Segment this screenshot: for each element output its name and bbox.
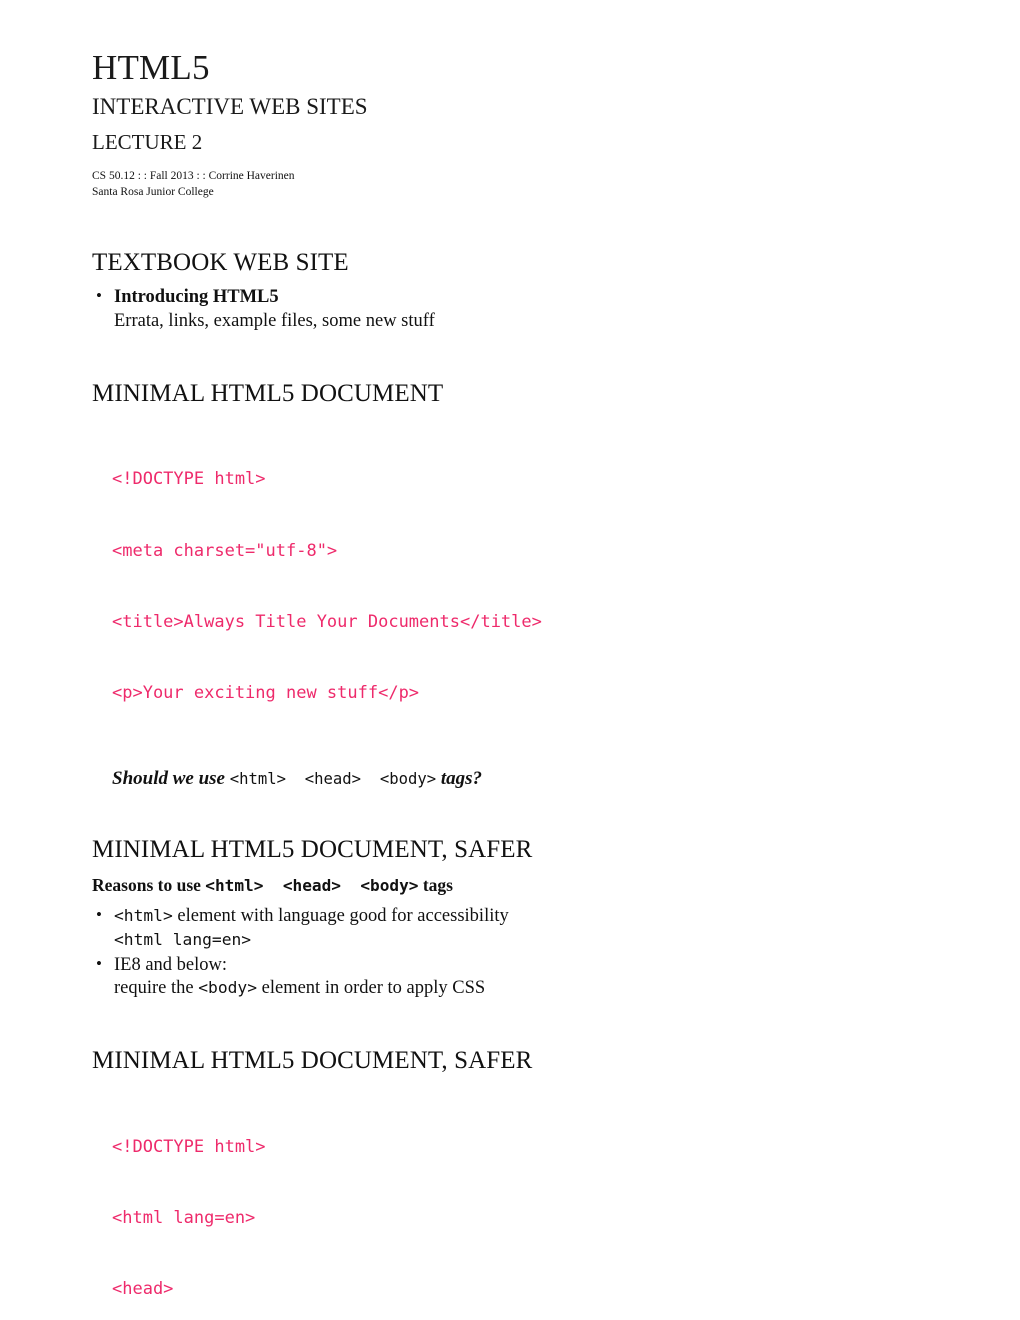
section-minimal-html5-safer-code: MINIMAL HTML5 DOCUMENT, SAFER <!DOCTYPE … [92, 1046, 792, 1320]
subline-prefix: require the [114, 978, 199, 999]
inline-code-body-tag: <body> [360, 876, 419, 896]
code-block-minimal: <!DOCTYPE html> <meta charset="utf-8"> <… [92, 421, 792, 754]
document-subtitle: INTERACTIVE WEB SITES [92, 94, 368, 120]
inline-code-spacer [263, 876, 282, 895]
inline-code-spacer [341, 876, 360, 895]
section-heading-safer-code: MINIMAL HTML5 DOCUMENT, SAFER [92, 1047, 533, 1075]
inline-code-body-tag: <body> [198, 978, 258, 998]
bullet-subtext: Errata, links, example files, some new s… [114, 310, 435, 331]
list-item: <html> element with language good for ac… [92, 904, 792, 953]
lecture-number: LECTURE 2 [92, 129, 203, 154]
document-title: HTML5 [92, 48, 210, 87]
code-line: <title>Always Title Your Documents</titl… [112, 611, 542, 632]
bullet-text: element with language good for accessibi… [172, 906, 509, 927]
document-page: HTML5 INTERACTIVE WEB SITES LECTURE 2 CS… [0, 0, 1020, 1320]
section-heading-textbook: TEXTBOOK WEB SITE [92, 249, 349, 277]
reasons-prefix: Reasons to use [92, 875, 206, 896]
question-prefix: Should we use [112, 767, 230, 789]
inline-code-head-tag: <head> [282, 876, 341, 896]
byline: CS 50.12 : : Fall 2013 : : Corrine Haver… [92, 169, 792, 200]
list-item: Introducing HTML5 Errata, links, example… [92, 285, 792, 333]
code-line: <head> [112, 1279, 174, 1300]
inline-code-head-tag: <head> [304, 769, 362, 788]
section-heading-minimal: MINIMAL HTML5 DOCUMENT [92, 379, 444, 407]
bullet-subline: require the <body> element in order to a… [114, 977, 792, 1001]
inline-code-spacer [286, 770, 305, 788]
inline-code-body-tag: <body> [379, 769, 437, 788]
code-block-safer: <!DOCTYPE html> <html lang=en> <head> <m… [92, 1088, 792, 1320]
section-heading-safer-reasons: MINIMAL HTML5 DOCUMENT, SAFER [92, 836, 533, 864]
byline-course: CS 50.12 : : Fall 2013 : : Corrine Haver… [92, 169, 295, 182]
section-textbook-web-site: TEXTBOOK WEB SITE Introducing HTML5 Erra… [92, 248, 792, 333]
question-suffix: tags? [436, 767, 483, 789]
code-line: <html lang=en> [112, 1208, 256, 1228]
question-line: Should we use <html> <head> <body> tags? [92, 767, 792, 792]
reasons-line: Reasons to use <html> <head> <body> tags [92, 874, 792, 897]
bullet-subline: <html lang=en> [114, 929, 792, 953]
bullet-title: Introducing HTML5 [114, 287, 279, 308]
inline-code-html-tag: <html> [229, 769, 287, 788]
inline-code-html-lang: <html lang=en> [114, 930, 252, 949]
reasons-suffix: tags [418, 875, 453, 896]
code-line: <p>Your exciting new stuff</p> [112, 683, 420, 704]
section-minimal-html5-document: MINIMAL HTML5 DOCUMENT <!DOCTYPE html> <… [92, 379, 792, 792]
inline-code-spacer [361, 770, 380, 788]
title-block: HTML5 INTERACTIVE WEB SITES LECTURE 2 CS… [92, 48, 792, 200]
textbook-bullet-list: Introducing HTML5 Errata, links, example… [92, 285, 792, 333]
list-item: IE8 and below: require the <body> elemen… [92, 953, 792, 1001]
code-line: <!DOCTYPE html> [112, 469, 266, 490]
safer-bullet-list: <html> element with language good for ac… [92, 904, 792, 1001]
section-minimal-html5-safer-reasons: MINIMAL HTML5 DOCUMENT, SAFER Reasons to… [92, 835, 792, 1001]
bullet-text: IE8 and below: [114, 954, 228, 975]
byline-institution: Santa Rosa Junior College [92, 185, 214, 198]
subline-suffix: element in order to apply CSS [257, 978, 486, 999]
code-line: <meta charset="utf-8"> [112, 540, 338, 561]
code-line: <!DOCTYPE html> [112, 1136, 266, 1157]
inline-code-html-tag: <html> [114, 906, 173, 926]
document-content: HTML5 INTERACTIVE WEB SITES LECTURE 2 CS… [92, 48, 792, 1320]
inline-code-html-tag: <html> [205, 876, 264, 896]
